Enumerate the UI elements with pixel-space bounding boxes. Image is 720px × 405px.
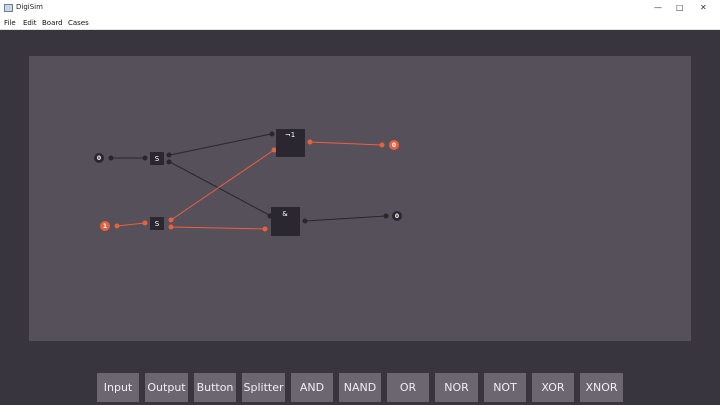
output-0-port[interactable]	[379, 142, 385, 148]
input-0-port[interactable]	[108, 155, 114, 161]
input-1-label: 1	[103, 223, 107, 230]
not-gate-in-port-a[interactable]	[269, 131, 275, 137]
not-gate-label: ¬1	[285, 131, 295, 139]
splitter-1[interactable]: S	[150, 217, 164, 230]
output-0-label: 0	[392, 142, 396, 149]
add-nand-button[interactable]: NAND	[339, 373, 381, 402]
minimize-button[interactable]: —	[654, 3, 662, 13]
add-output-button[interactable]: Output	[145, 373, 188, 402]
maximize-button[interactable]: □	[676, 3, 684, 13]
and-gate-in-port-b[interactable]	[262, 226, 268, 232]
splitter-0[interactable]: S	[150, 152, 164, 165]
add-input-button[interactable]: Input	[97, 373, 139, 402]
menu-bar: File Edit Board Cases	[0, 18, 720, 30]
splitter-1-label: S	[155, 220, 160, 228]
wire-splitter0-and[interactable]	[169, 161, 272, 217]
output-1-port[interactable]	[383, 213, 389, 219]
output-lamp-0: 0	[389, 140, 399, 150]
add-splitter-button[interactable]: Splitter	[242, 373, 285, 402]
and-gate-label: &	[282, 210, 288, 218]
input-switch-0[interactable]: 0	[94, 153, 104, 163]
title-bar: DigiSim — □ ✕	[0, 0, 720, 18]
add-xnor-button[interactable]: XNOR	[580, 373, 623, 402]
input-switch-1[interactable]: 1	[100, 221, 110, 231]
wire-and-output1[interactable]	[304, 215, 387, 222]
and-gate-out-port[interactable]	[302, 218, 308, 224]
splitter-0-label: S	[155, 155, 160, 163]
add-and-button[interactable]: AND	[291, 373, 333, 402]
not-gate-in-port-b[interactable]	[271, 147, 277, 153]
wire-splitter0-not[interactable]	[169, 133, 272, 156]
splitter-1-out-port-b[interactable]	[168, 224, 174, 230]
add-nor-button[interactable]: NOR	[435, 373, 478, 402]
menu-cases[interactable]: Cases	[68, 19, 89, 27]
component-toolbar: Input Output Button Splitter AND NAND OR…	[0, 372, 720, 405]
menu-edit[interactable]: Edit	[23, 19, 37, 27]
add-button-button[interactable]: Button	[194, 373, 236, 402]
window-title: DigiSim	[16, 3, 43, 11]
splitter-0-out-port-b[interactable]	[166, 159, 172, 165]
not-gate-out-port[interactable]	[307, 139, 313, 145]
input-0-label: 0	[97, 155, 101, 162]
add-or-button[interactable]: OR	[387, 373, 429, 402]
add-not-button[interactable]: NOT	[484, 373, 526, 402]
splitter-0-in-port[interactable]	[142, 155, 148, 161]
splitter-0-out-port-a[interactable]	[166, 152, 172, 158]
output-lamp-1: 0	[392, 211, 402, 221]
wire-input1-splitter1[interactable]	[116, 222, 146, 227]
close-button[interactable]: ✕	[700, 3, 707, 13]
wire-splitter1-and[interactable]	[170, 226, 266, 230]
add-xor-button[interactable]: XOR	[532, 373, 574, 402]
not-gate[interactable]: ¬1	[276, 129, 305, 157]
input-1-port[interactable]	[114, 223, 120, 229]
menu-board[interactable]: Board	[42, 19, 63, 27]
and-gate[interactable]: &	[271, 207, 300, 236]
circuit-diagram[interactable]: 0 1 S S ¬1 & 0 0	[29, 56, 691, 341]
circuit-canvas[interactable]: 0 1 S S ¬1 & 0 0	[29, 56, 691, 341]
wire-not-output0[interactable]	[309, 141, 383, 146]
splitter-1-in-port[interactable]	[142, 220, 148, 226]
menu-file[interactable]: File	[4, 19, 16, 27]
splitter-1-out-port-a[interactable]	[168, 217, 174, 223]
app-icon	[4, 4, 13, 12]
output-1-label: 0	[395, 213, 399, 220]
